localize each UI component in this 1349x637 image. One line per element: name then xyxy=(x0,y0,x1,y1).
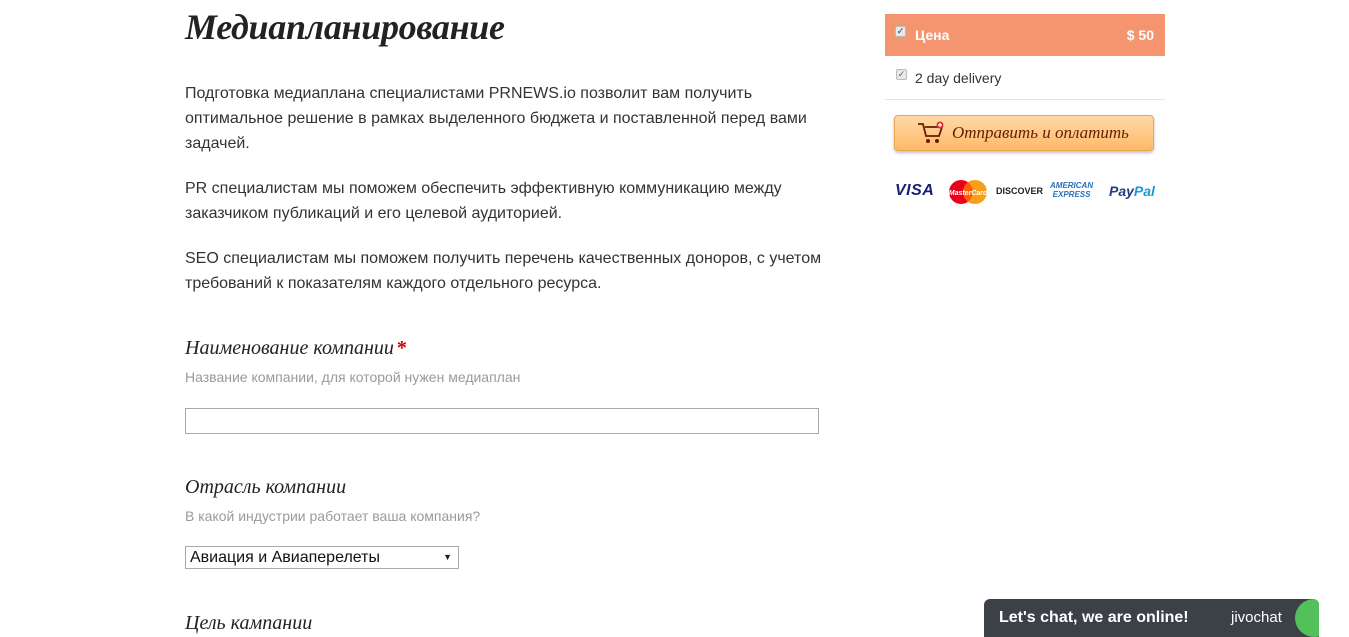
industry-hint: В какой индустрии работает ваша компания… xyxy=(185,508,481,524)
delivery-checkbox[interactable]: ✓ xyxy=(896,69,907,80)
goal-label: Цель кампании xyxy=(185,612,313,634)
price-amount: $ 50 xyxy=(1126,27,1154,43)
industry-select[interactable]: Авиация и Авиаперелеты ▼ xyxy=(185,546,459,569)
company-name-hint: Название компании, для которой нужен мед… xyxy=(185,369,521,385)
discover-logo: DISCOVER xyxy=(996,186,1044,196)
price-row: ✓ Цена $ 50 xyxy=(885,14,1165,56)
delivery-label: 2 day delivery xyxy=(915,70,1002,86)
delivery-option: ✓ 2 day delivery xyxy=(885,56,1165,100)
svg-text:MasterCard: MasterCard xyxy=(949,190,988,197)
intro-paragraph: Подготовка медиаплана специалистами PRNE… xyxy=(185,85,807,152)
submit-and-pay-label: Отправить и оплатить xyxy=(952,123,1129,142)
price-label: Цена xyxy=(915,27,950,43)
jivochat-logo: jivochat xyxy=(1231,609,1282,626)
company-name-label: Наименование компании * xyxy=(185,337,407,359)
chat-label: Let's chat, we are online! xyxy=(999,609,1189,626)
cart-icon xyxy=(917,121,945,150)
paypal-logo: PayPal xyxy=(1109,183,1155,199)
payment-logos: VISA MasterCard DISCOVER AMERICAN EXPRESS… xyxy=(895,178,1157,206)
industry-select-value: Авиация и Авиаперелеты xyxy=(190,549,380,566)
company-name-input[interactable] xyxy=(185,408,819,434)
chat-widget[interactable]: Let's chat, we are online! jivochat xyxy=(984,599,1319,637)
submit-and-pay-button[interactable]: Отправить и оплатить xyxy=(894,115,1154,151)
industry-label: Отрасль компании xyxy=(185,476,347,498)
required-star: * xyxy=(396,337,407,359)
mastercard-logo: MasterCard xyxy=(947,178,989,206)
price-checkbox[interactable]: ✓ xyxy=(895,26,906,37)
amex-logo: AMERICAN EXPRESS xyxy=(1050,181,1094,199)
intro-paragraph: SEO специалистам мы поможем получить пер… xyxy=(185,250,822,292)
intro-paragraph: PR специалистам мы поможем обеспечить эф… xyxy=(185,180,782,222)
visa-logo: VISA xyxy=(895,182,935,199)
dropdown-arrow-icon: ▼ xyxy=(443,552,452,562)
page-title: Медиапланирование xyxy=(185,7,505,47)
chat-status-icon xyxy=(1295,599,1319,637)
